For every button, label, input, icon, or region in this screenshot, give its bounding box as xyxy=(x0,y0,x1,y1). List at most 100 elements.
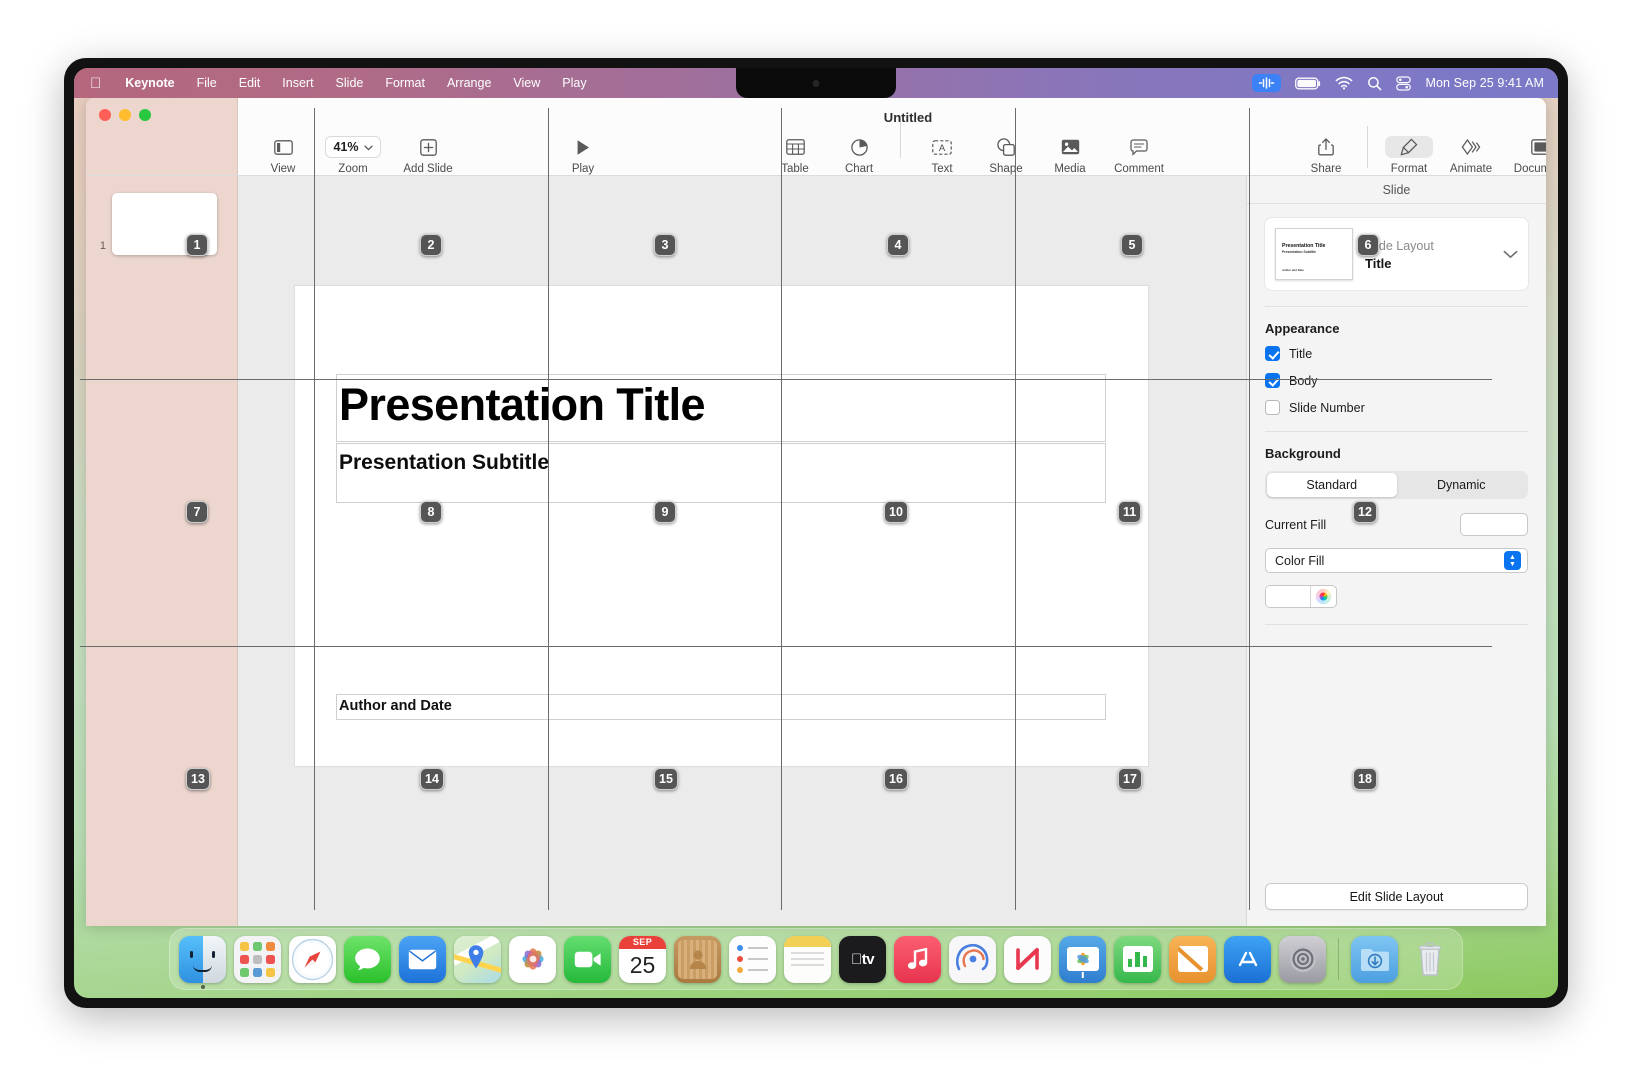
add-slide-button[interactable]: Add Slide xyxy=(392,136,464,175)
segment-standard[interactable]: Standard xyxy=(1267,473,1397,497)
maximize-button[interactable] xyxy=(139,109,151,121)
sound-waveform-icon[interactable] xyxy=(1252,74,1282,92)
table-button[interactable]: Table xyxy=(764,136,826,175)
grid-badge-1[interactable]: 1 xyxy=(186,234,208,256)
minimize-button[interactable] xyxy=(119,109,131,121)
dock-item-reminders[interactable] xyxy=(729,935,776,983)
color-wheel-button[interactable] xyxy=(1310,586,1336,607)
share-button[interactable]: Share xyxy=(1295,136,1357,175)
menu-item-insert[interactable]: Insert xyxy=(271,74,324,93)
slide-subtitle-text[interactable]: Presentation Subtitle xyxy=(339,451,549,475)
zoom-popup-button[interactable]: 41% xyxy=(325,136,381,158)
grid-badge-15[interactable]: 15 xyxy=(654,768,678,790)
menu-item-play[interactable]: Play xyxy=(551,74,597,93)
slide-navigator[interactable]: 1 xyxy=(86,176,238,926)
grid-badge-4[interactable]: 4 xyxy=(887,234,909,256)
dock-item-podcasts[interactable] xyxy=(949,935,996,983)
title-checkbox[interactable] xyxy=(1265,346,1280,361)
checkbox-row-title[interactable]: Title xyxy=(1265,346,1528,361)
dock-item-contacts[interactable] xyxy=(674,935,721,983)
play-button[interactable]: Play xyxy=(552,136,614,175)
zoom-control[interactable]: 41% Zoom xyxy=(316,136,390,175)
dock-item-pages[interactable] xyxy=(1169,935,1216,983)
document-button[interactable]: Document xyxy=(1502,136,1546,175)
dock-item-music[interactable] xyxy=(894,935,941,983)
wifi-icon[interactable] xyxy=(1335,76,1353,90)
dock-item-downloads-folder[interactable] xyxy=(1351,935,1398,983)
grid-badge-5[interactable]: 5 xyxy=(1121,234,1143,256)
body-checkbox[interactable] xyxy=(1265,373,1280,388)
format-button[interactable]: Format xyxy=(1378,136,1440,175)
comment-button[interactable]: Comment xyxy=(1103,136,1175,175)
dock-item-launchpad[interactable] xyxy=(234,935,281,983)
slide-title-text[interactable]: Presentation Title xyxy=(339,382,706,427)
menu-item-format[interactable]: Format xyxy=(374,74,436,93)
dock-item-messages[interactable] xyxy=(344,935,391,983)
dock-item-news[interactable] xyxy=(1004,935,1051,983)
menu-item-file[interactable]: File xyxy=(186,74,228,93)
edit-slide-layout-button[interactable]: Edit Slide Layout xyxy=(1265,883,1528,910)
grid-badge-9[interactable]: 9 xyxy=(654,501,676,523)
grid-badge-12[interactable]: 12 xyxy=(1353,501,1377,523)
checkbox-row-slide-number[interactable]: Slide Number xyxy=(1265,400,1528,415)
dock-item-facetime[interactable] xyxy=(564,935,611,983)
dock-item-system-settings[interactable] xyxy=(1279,935,1326,983)
media-button[interactable]: Media xyxy=(1039,136,1101,175)
dock-item-notes[interactable] xyxy=(784,935,831,983)
menu-item-view[interactable]: View xyxy=(502,74,551,93)
dock-item-numbers[interactable] xyxy=(1114,935,1161,983)
chevron-down-icon[interactable] xyxy=(1503,246,1518,262)
grid-badge-8[interactable]: 8 xyxy=(420,501,442,523)
fill-color-control[interactable] xyxy=(1265,585,1337,608)
dock-item-maps[interactable] xyxy=(454,935,501,983)
slide-thumbnail-item[interactable]: 1 xyxy=(86,188,237,260)
grid-badge-18[interactable]: 18 xyxy=(1353,768,1377,790)
chart-button[interactable]: Chart xyxy=(828,136,890,175)
text-button[interactable]: A Text xyxy=(911,136,973,175)
control-center-icon[interactable] xyxy=(1396,75,1412,91)
grid-badge-2[interactable]: 2 xyxy=(420,234,442,256)
grid-badge-13[interactable]: 13 xyxy=(186,768,210,790)
slide-canvas[interactable]: Presentation Title Presentation Subtitle… xyxy=(238,176,1246,926)
slide-layout-card[interactable]: Presentation Title Presentation Subtitle… xyxy=(1265,218,1528,290)
fill-type-select[interactable]: Color Fill ▲ ▼ xyxy=(1265,548,1528,573)
menu-bar-clock[interactable]: Mon Sep 25 9:41 AM xyxy=(1425,76,1544,90)
slide-footer-text[interactable]: Author and Date xyxy=(339,698,452,714)
menu-item-edit[interactable]: Edit xyxy=(228,74,272,93)
dock-item-calendar[interactable]: SEP 25 xyxy=(619,935,666,983)
slide-number-checkbox[interactable] xyxy=(1265,400,1280,415)
dock-item-apple-tv[interactable]: tv xyxy=(839,935,886,983)
grid-badge-3[interactable]: 3 xyxy=(654,234,676,256)
search-icon[interactable] xyxy=(1367,76,1382,91)
animate-button[interactable]: Animate xyxy=(1440,136,1502,175)
slide-surface[interactable]: Presentation Title Presentation Subtitle… xyxy=(295,286,1148,766)
grid-badge-6[interactable]: 6 xyxy=(1357,234,1379,256)
fill-color-swatch[interactable] xyxy=(1266,586,1310,607)
menu-item-keynote[interactable]: Keynote xyxy=(114,74,185,93)
dock-item-mail[interactable] xyxy=(399,935,446,983)
grid-badge-7[interactable]: 7 xyxy=(186,501,208,523)
grid-badge-17[interactable]: 17 xyxy=(1118,768,1142,790)
dock-item-finder[interactable] xyxy=(179,935,226,989)
grid-badge-16[interactable]: 16 xyxy=(884,768,908,790)
dock-item-keynote[interactable] xyxy=(1059,935,1106,983)
segment-dynamic[interactable]: Dynamic xyxy=(1397,473,1527,497)
current-fill-swatch[interactable] xyxy=(1460,513,1528,536)
grid-badge-11[interactable]: 11 xyxy=(1118,501,1142,523)
background-segmented-control[interactable]: Standard Dynamic xyxy=(1265,471,1528,499)
dock-item-photos[interactable] xyxy=(509,935,556,983)
dock-item-safari[interactable] xyxy=(289,935,336,983)
grid-badge-10[interactable]: 10 xyxy=(884,501,908,523)
grid-badge-14[interactable]: 14 xyxy=(420,768,444,790)
select-stepper-icon[interactable]: ▲ ▼ xyxy=(1504,551,1521,570)
checkbox-row-body[interactable]: Body xyxy=(1265,373,1528,388)
menu-item-slide[interactable]: Slide xyxy=(325,74,375,93)
menu-item-arrange[interactable]: Arrange xyxy=(436,74,502,93)
view-button[interactable]: View xyxy=(252,136,314,175)
close-button[interactable] xyxy=(99,109,111,121)
dock-item-trash[interactable] xyxy=(1406,936,1453,983)
battery-icon[interactable] xyxy=(1295,77,1321,90)
dock-item-app-store[interactable] xyxy=(1224,935,1271,983)
apple-logo-icon[interactable]:  xyxy=(88,76,114,91)
shape-button[interactable]: Shape xyxy=(975,136,1037,175)
